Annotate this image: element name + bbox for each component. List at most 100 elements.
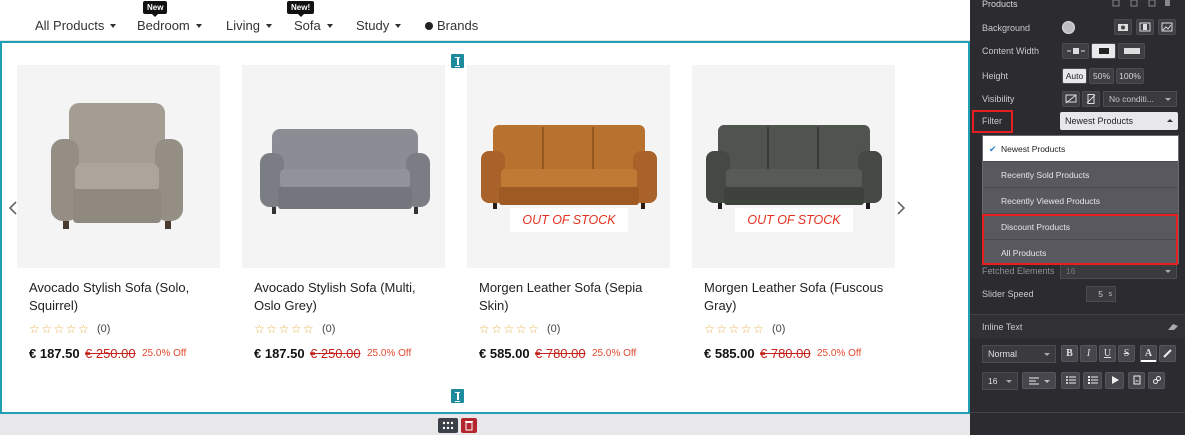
- resize-handle-top-icon[interactable]: [451, 54, 464, 68]
- product-name[interactable]: Avocado Stylish Sofa (Multi, Oslo Grey): [254, 279, 444, 315]
- product-name[interactable]: Avocado Stylish Sofa (Solo, Squirrel): [29, 279, 219, 315]
- rating-stars-icon: ☆☆☆☆☆: [704, 322, 766, 336]
- armchair-image: [51, 103, 183, 229]
- slider-speed-label: Slider Speed: [982, 289, 1034, 299]
- background-video-button[interactable]: [1136, 19, 1154, 35]
- underline-button[interactable]: U: [1099, 345, 1116, 362]
- visibility-condition-select[interactable]: No conditi...: [1103, 91, 1177, 107]
- font-color-button[interactable]: A: [1140, 345, 1157, 362]
- filter-select[interactable]: Newest Products: [1060, 112, 1178, 130]
- check-icon: ✔: [989, 144, 997, 154]
- background-image-button[interactable]: [1114, 19, 1132, 35]
- category-nav: All Products Bedroom New Living Sofa New…: [0, 0, 970, 41]
- chevron-down-icon: [1044, 353, 1050, 356]
- chevron-down-icon: [1165, 270, 1171, 273]
- delete-block-button[interactable]: [461, 418, 477, 433]
- nav-item-all-products[interactable]: All Products: [35, 18, 117, 33]
- file-icon: [1133, 375, 1140, 385]
- filter-option-newest[interactable]: ✔ Newest Products: [983, 136, 1178, 162]
- product-card[interactable]: OUT OF STOCK Morgen Leather Sofa (Sepia …: [467, 65, 672, 365]
- width-small-icon: [1066, 48, 1085, 54]
- film-icon: [1139, 22, 1151, 32]
- visibility-label: Visibility: [982, 94, 1015, 104]
- height-50-button[interactable]: 50%: [1089, 68, 1114, 84]
- discount-label: 25.0% Off: [817, 348, 862, 359]
- eraser-icon: [1168, 324, 1178, 330]
- font-size-select[interactable]: 16: [982, 372, 1018, 390]
- product-price: € 585.00: [704, 346, 755, 361]
- height-100-button[interactable]: 100%: [1116, 68, 1144, 84]
- option-label: Newest Products: [1001, 144, 1066, 154]
- visibility-device-button[interactable]: [1062, 91, 1080, 107]
- align-left-icon: [1029, 377, 1050, 385]
- product-image[interactable]: [242, 65, 445, 268]
- bullet-list-button[interactable]: [1061, 372, 1080, 389]
- trash-icon: [465, 421, 473, 431]
- visibility-mobile-button[interactable]: [1082, 91, 1100, 107]
- product-card[interactable]: Avocado Stylish Sofa (Solo, Squirrel) ☆☆…: [17, 65, 222, 365]
- mobile-off-icon: [1086, 94, 1096, 104]
- slider-speed-input[interactable]: 5s: [1086, 286, 1116, 302]
- product-name[interactable]: Morgen Leather Sofa (Sepia Skin): [479, 279, 669, 315]
- width-regular-icon: [1098, 48, 1109, 54]
- product-image[interactable]: OUT OF STOCK: [692, 65, 895, 268]
- content-width-full-button[interactable]: [1118, 43, 1145, 59]
- filter-value: Newest Products: [1065, 116, 1134, 126]
- nav-item-brands[interactable]: Brands: [425, 18, 478, 33]
- snippet-actions-icon: [1112, 0, 1170, 7]
- product-card[interactable]: OUT OF STOCK Morgen Leather Sofa (Fuscou…: [692, 65, 897, 365]
- discount-label: 25.0% Off: [142, 348, 187, 359]
- link-icon: [1152, 376, 1161, 384]
- new-badge: New: [143, 1, 168, 17]
- chevron-down-icon: [110, 24, 117, 28]
- resize-handle-bottom-icon[interactable]: [451, 389, 464, 403]
- panel-divider: [970, 412, 1185, 413]
- grid-move-button[interactable]: [438, 418, 458, 433]
- content-width-regular-button[interactable]: [1091, 43, 1116, 59]
- text-style-value: Normal: [988, 349, 1018, 359]
- chevron-down-icon: [395, 24, 402, 28]
- list-ol-icon: [1087, 376, 1098, 384]
- nav-item-sofa[interactable]: Sofa: [294, 18, 333, 33]
- chevron-down-icon: [265, 24, 272, 28]
- bold-button[interactable]: B: [1061, 345, 1078, 362]
- content-width-label: Content Width: [982, 46, 1040, 56]
- option-label: Recently Sold Products: [1001, 170, 1090, 180]
- filter-option-recently-sold[interactable]: Recently Sold Products: [983, 162, 1178, 188]
- image-icon: [1161, 22, 1173, 32]
- original-price: € 250.00: [85, 346, 136, 361]
- checklist-button[interactable]: [1105, 372, 1124, 389]
- brand-dot-icon: [425, 22, 433, 30]
- text-style-select[interactable]: Normal: [982, 345, 1056, 363]
- insert-link-button[interactable]: [1148, 372, 1165, 389]
- insert-file-button[interactable]: [1128, 372, 1145, 389]
- grid-icon: [442, 421, 454, 430]
- product-image[interactable]: OUT OF STOCK: [467, 65, 670, 268]
- content-width-small-button[interactable]: [1062, 43, 1089, 59]
- background-color-swatch[interactable]: [1062, 21, 1075, 34]
- nav-item-study[interactable]: Study: [356, 18, 402, 33]
- product-card[interactable]: Avocado Stylish Sofa (Multi, Oslo Grey) …: [242, 65, 447, 365]
- inline-text-label: Inline Text: [982, 322, 1023, 332]
- align-select[interactable]: [1022, 372, 1056, 389]
- highlight-button[interactable]: [1159, 345, 1176, 362]
- chevron-down-icon: [1165, 98, 1171, 101]
- height-label: Height: [982, 71, 1009, 81]
- highlight-box-options: [982, 214, 1178, 265]
- nav-label: All Products: [35, 18, 105, 33]
- nav-item-bedroom[interactable]: Bedroom: [137, 18, 202, 33]
- filter-option-recently-viewed[interactable]: Recently Viewed Products: [983, 188, 1178, 214]
- editor-screen: All Products Bedroom New Living Sofa New…: [0, 0, 1185, 435]
- product-image[interactable]: [17, 65, 220, 268]
- new-badge: New!: [287, 1, 315, 17]
- discount-label: 25.0% Off: [592, 348, 637, 359]
- grey-sofa-image: [260, 129, 430, 214]
- strikethrough-button[interactable]: S: [1118, 345, 1135, 362]
- height-auto-button[interactable]: Auto: [1062, 68, 1087, 84]
- panel-title: Products: [982, 0, 1018, 9]
- background-shape-button[interactable]: [1158, 19, 1176, 35]
- nav-item-living[interactable]: Living: [226, 18, 272, 33]
- product-name[interactable]: Morgen Leather Sofa (Fuscous Gray): [704, 279, 894, 315]
- italic-button[interactable]: I: [1080, 345, 1097, 362]
- numbered-list-button[interactable]: [1083, 372, 1102, 389]
